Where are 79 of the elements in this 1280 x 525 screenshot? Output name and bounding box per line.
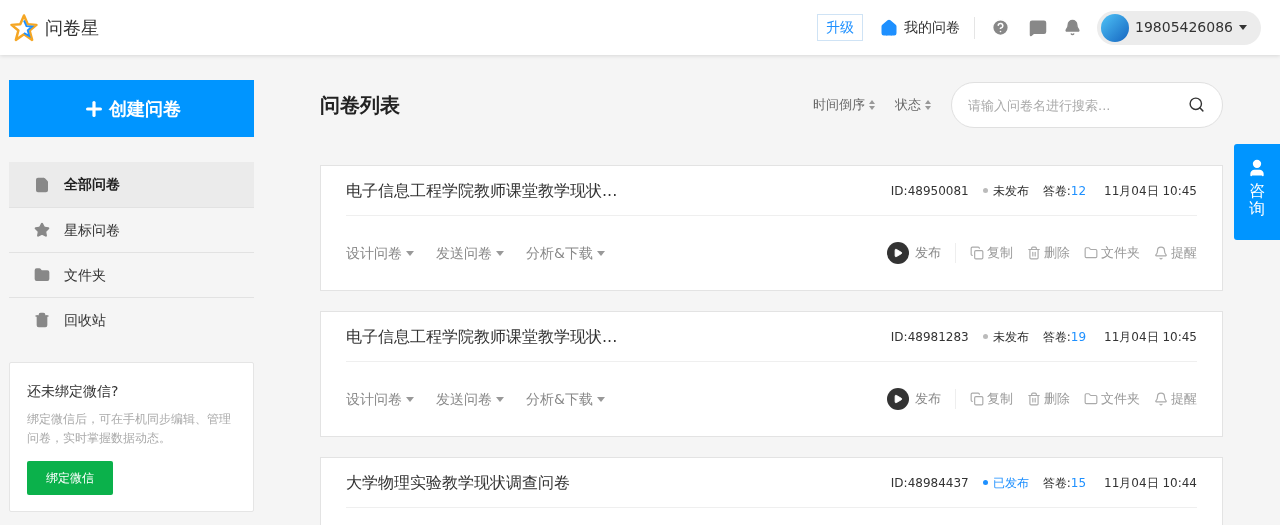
person-icon	[1247, 158, 1267, 178]
status-label: 未发布	[992, 328, 1029, 346]
create-survey-button[interactable]: 创建问卷	[9, 80, 254, 137]
survey-date: 11月04日 10:45	[1104, 328, 1197, 346]
status-label: 未发布	[992, 182, 1029, 200]
caret-icon	[596, 250, 605, 256]
answers-count: 答卷:19	[1042, 328, 1087, 346]
answers-count: 答卷:12	[1042, 182, 1087, 200]
delete-button[interactable]: 删除	[1027, 389, 1070, 409]
sort-status-button[interactable]: 状态	[895, 95, 931, 115]
search-icon[interactable]	[1188, 96, 1205, 113]
trash-icon	[1027, 246, 1041, 260]
folder-icon	[1084, 246, 1098, 260]
trash-icon	[1027, 392, 1041, 406]
bind-wechat-button[interactable]: 绑定微信	[27, 461, 113, 495]
copy-button[interactable]: 复制	[970, 243, 1013, 263]
dropdown-menu[interactable]: 分析&下载	[526, 388, 605, 410]
caret-icon	[406, 250, 414, 256]
copy-icon	[970, 246, 984, 260]
delete-button[interactable]: 删除	[1027, 243, 1070, 263]
sidebar-item[interactable]: 文件夹	[9, 252, 254, 297]
sort-time-button[interactable]: 时间倒序	[813, 95, 875, 115]
caret-icon	[406, 396, 414, 402]
sidebar-item[interactable]: 星标问卷	[9, 207, 254, 252]
sidebar-item[interactable]: 全部问卷	[9, 162, 254, 207]
dropdown-menu[interactable]: 发送问卷	[436, 388, 504, 410]
play-icon	[887, 388, 909, 410]
folder-button[interactable]: 文件夹	[1084, 243, 1140, 263]
card-title: 还未绑定微信?	[27, 382, 120, 401]
upgrade-button[interactable]: 升级	[817, 14, 863, 41]
caret-icon	[496, 250, 504, 256]
file-icon	[34, 176, 50, 193]
caret-icon	[1239, 25, 1247, 30]
message-icon[interactable]	[1029, 18, 1047, 37]
my-surveys-link[interactable]: 我的问卷	[904, 17, 960, 38]
user-menu[interactable]: 19805426086	[1097, 10, 1261, 45]
sort-icon	[869, 100, 875, 110]
page-title: 问卷列表	[320, 92, 400, 119]
dropdown-menu[interactable]: 设计问卷	[346, 388, 414, 410]
folder-icon	[1084, 392, 1098, 406]
survey-title[interactable]: 电子信息工程学院教师课堂教学现状...	[346, 178, 618, 203]
survey-title[interactable]: 大学物理实验教学现状调查问卷	[346, 470, 570, 495]
search-field[interactable]: 请输入问卷名进行搜索...	[951, 82, 1223, 128]
survey-date: 11月04日 10:44	[1104, 474, 1197, 492]
remind-button[interactable]: 提醒	[1154, 389, 1197, 409]
star-logo-icon	[9, 12, 39, 43]
dropdown-menu[interactable]: 设计问卷	[346, 242, 414, 264]
home-icon[interactable]	[880, 18, 898, 37]
status-label: 已发布	[992, 474, 1029, 492]
remind-button[interactable]: 提醒	[1154, 243, 1197, 263]
folder-button[interactable]: 文件夹	[1084, 389, 1140, 409]
survey-id: ID:48984437	[890, 474, 969, 492]
trash-icon	[34, 312, 50, 328]
play-icon	[887, 242, 909, 264]
help-icon[interactable]	[991, 18, 1010, 37]
publish-button[interactable]: 发布	[887, 388, 941, 410]
sidebar-item[interactable]: 回收站	[9, 297, 254, 342]
card-description: 绑定微信后，可在手机同步编辑、管理问卷，实时掌握数据动态。	[27, 411, 232, 447]
dropdown-menu[interactable]: 发送问卷	[436, 242, 504, 264]
answers-count: 答卷:15	[1042, 474, 1087, 492]
bell-icon	[1154, 392, 1168, 406]
caret-icon	[596, 396, 605, 402]
survey-title[interactable]: 电子信息工程学院教师课堂教学现状...	[346, 324, 618, 349]
consult-tab[interactable]: 咨询	[1234, 144, 1280, 240]
caret-icon	[496, 396, 504, 402]
folder-icon	[34, 267, 50, 283]
bell-icon[interactable]	[1064, 19, 1081, 36]
avatar	[1101, 13, 1129, 42]
dropdown-menu[interactable]: 分析&下载	[526, 242, 605, 264]
survey-date: 11月04日 10:45	[1104, 182, 1197, 200]
bell-icon	[1154, 246, 1168, 260]
survey-id: ID:48981283	[890, 328, 969, 346]
copy-button[interactable]: 复制	[970, 389, 1013, 409]
sort-icon	[925, 100, 931, 110]
copy-icon	[970, 392, 984, 406]
star-icon	[34, 222, 50, 238]
publish-button[interactable]: 发布	[887, 242, 941, 264]
logo-text: 问卷星	[45, 16, 99, 40]
survey-id: ID:48950081	[890, 182, 969, 200]
